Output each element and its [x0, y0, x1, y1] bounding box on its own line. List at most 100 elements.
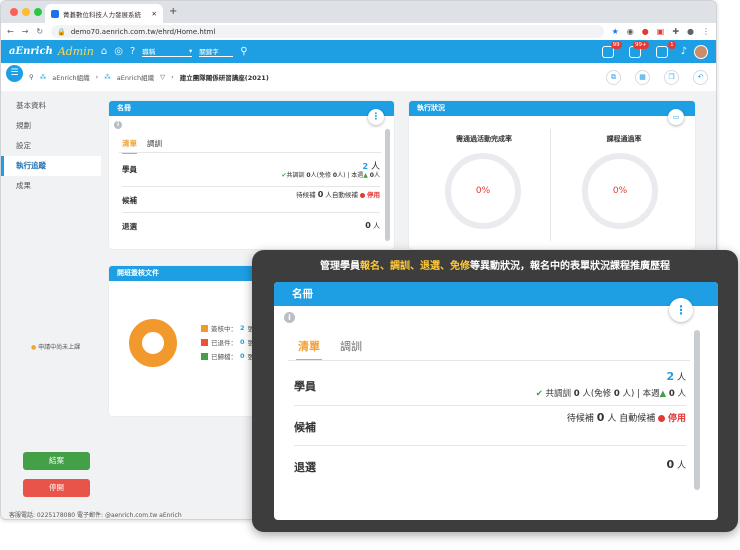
search-icon[interactable]: ⚲: [240, 46, 247, 57]
sidebar-item-tracking[interactable]: 執行追蹤: [1, 156, 101, 176]
up-arrow-icon: ▲: [659, 389, 667, 399]
browser-menu-icon[interactable]: ⋮: [702, 27, 710, 36]
row-label: 退選: [122, 222, 137, 231]
row-waitlist[interactable]: 候補 待候補 0 人自動候補 停用: [122, 187, 380, 213]
roster-tabs: 清單 調訓: [296, 338, 362, 361]
maximize-window-dot[interactable]: [34, 8, 42, 16]
url-field[interactable]: 🔒 demo70.aenrich.com.tw/ehrd/Home.html: [51, 25, 604, 38]
status-note: ● 申請中尚未上課: [31, 342, 80, 351]
completion-rate-gauge: 0%: [445, 153, 521, 229]
completion-rate-value: 0%: [475, 186, 491, 196]
info-icon[interactable]: i: [284, 312, 295, 323]
copy-button[interactable]: ⧉: [606, 69, 621, 85]
browser-tab[interactable]: 菁碁數位科技人力發展系統 ✕: [45, 4, 163, 23]
lock-icon: 🔒: [57, 27, 66, 36]
sidebar: 基本資料 規劃 設定 執行追蹤 成果: [1, 91, 101, 511]
mail-button[interactable]: 99+: [628, 40, 649, 58]
callout-overlay: 管理學員報名、調訓、退選、免修等異動狀況，報名中的表單狀況課程推廣歷程 名冊 i…: [252, 250, 738, 532]
info-icon[interactable]: i: [114, 121, 122, 129]
tab-list[interactable]: 清單: [296, 338, 322, 361]
status-card: 執行狀況 ▭ 需通過活動完成率 課程通過率 0% 0%: [409, 101, 695, 249]
extension-icon[interactable]: ▣: [657, 27, 665, 36]
breadcrumb-item[interactable]: aEnrich組織: [52, 72, 89, 82]
title-select-label: 職稱: [142, 48, 156, 56]
reload-icon[interactable]: ↻: [36, 27, 43, 36]
row-waitlist[interactable]: 候補 待候補 0 人 自動候補 停用: [294, 406, 686, 446]
roster-scrollbar[interactable]: [694, 330, 700, 490]
extension-icon[interactable]: ◉: [627, 27, 634, 36]
duplicate-button[interactable]: ❐: [664, 69, 679, 85]
title-select[interactable]: 職稱 ▾: [142, 46, 193, 57]
back-icon[interactable]: ←: [7, 27, 14, 36]
status-card-title: 執行狀況: [409, 101, 695, 116]
row-label: 學員: [122, 165, 137, 174]
back-button[interactable]: ↶: [693, 69, 708, 85]
waitlist-summary: 待候補 0 人自動候補 停用: [296, 190, 380, 199]
profile-avatar-icon[interactable]: ●: [687, 27, 694, 36]
status-dot-icon: ●: [31, 344, 37, 351]
docs-legend: 簽核中： 2 張 已退件： 0 張 已歸檔： 0 張: [201, 321, 254, 363]
browser-tab-bar: 菁碁數位科技人力發展系統 ✕ +: [1, 1, 716, 23]
tab-close-icon[interactable]: ✕: [152, 10, 157, 18]
tab-training[interactable]: 調訓: [340, 338, 362, 361]
training-summary: ✔ 共調訓 0 人(免修 0 人) | 本週▲ 0 人: [535, 389, 686, 399]
new-tab-button[interactable]: +: [169, 6, 177, 17]
student-count: 2 人: [666, 370, 686, 383]
withdrawn-count: 0 人: [666, 458, 686, 471]
puzzle-icon[interactable]: ✚: [672, 27, 679, 36]
roster-scrollbar[interactable]: [385, 129, 390, 241]
mail-badge: 99+: [633, 40, 649, 49]
row-students[interactable]: 學員 2 人 ✔共調訓 0人(免修 0人) | 本週▲ 0人: [122, 159, 380, 187]
brand-logo[interactable]: aEnrich: [9, 46, 53, 57]
row-withdrawn[interactable]: 退選 0 人: [122, 213, 380, 239]
legend-swatch: [201, 324, 208, 332]
keyword-input[interactable]: 關鍵字: [199, 46, 234, 57]
stop-class-button[interactable]: 停開: [23, 479, 90, 497]
status-more-icon[interactable]: ▭: [668, 109, 684, 125]
legend-swatch: [201, 352, 208, 360]
waitlist-summary: 待候補 0 人 自動候補 停用: [566, 411, 686, 424]
breadcrumb: ☰ ⚲ ⁂ aEnrich組織 › ⁂ aEnrich組織 ▽ › 建立團隊關係…: [1, 63, 716, 91]
row-students[interactable]: 學員 2 人 ✔ 共調訓 0 人(免修 0 人) | 本週▲ 0 人: [294, 368, 686, 406]
home-icon[interactable]: ⌂: [101, 46, 107, 57]
roster-more-icon[interactable]: ⋮: [368, 109, 384, 125]
tab-title: 菁碁數位科技人力發展系統: [63, 10, 141, 19]
sidebar-item-results[interactable]: 成果: [1, 176, 101, 196]
site-favicon-icon: [51, 9, 59, 18]
sidebar-item-settings[interactable]: 設定: [1, 136, 101, 156]
roster-card-title: 名冊: [109, 101, 394, 116]
extension-icon[interactable]: ●: [642, 27, 649, 36]
breadcrumb-item[interactable]: aEnrich組織: [117, 72, 154, 82]
help-icon[interactable]: ?: [130, 46, 135, 57]
completion-rate-title: 需通過活動完成率: [456, 135, 512, 143]
menu-toggle-icon[interactable]: ☰: [6, 65, 23, 82]
calendar-button[interactable]: 1: [655, 40, 676, 58]
row-withdrawn[interactable]: 退選 0 人: [294, 446, 686, 486]
filter-icon[interactable]: ▽: [160, 73, 165, 81]
breadcrumb-current: 建立團隊關係研習講座(2021): [179, 74, 269, 82]
pass-rate-title: 課程通過率: [606, 135, 642, 143]
star-icon[interactable]: ★: [612, 27, 619, 36]
roster-card-title: 名冊: [274, 282, 718, 306]
status-note-text: 申請中尚未上課: [38, 344, 81, 351]
up-arrow-icon: ▲: [363, 172, 368, 179]
status-dot-icon: [658, 415, 666, 422]
compass-icon[interactable]: ◎: [114, 46, 123, 57]
forward-icon[interactable]: →: [22, 27, 29, 36]
roster-more-icon[interactable]: ⋮: [669, 298, 693, 322]
bell-icon[interactable]: ♪: [681, 46, 687, 57]
calendar-badge: 1: [668, 40, 676, 49]
chat-button[interactable]: 99: [601, 40, 622, 58]
callout-caption: 管理學員報名、調訓、退選、免修等異動狀況，報名中的表單狀況課程推廣歷程: [320, 261, 670, 272]
qr-code-button[interactable]: ▦: [635, 69, 650, 85]
minimize-window-dot[interactable]: [22, 8, 30, 16]
close-class-button[interactable]: 結案: [23, 452, 90, 470]
sidebar-item-plan[interactable]: 規劃: [1, 116, 101, 136]
keyword-placeholder: 關鍵字: [199, 48, 219, 56]
sidebar-item-basic[interactable]: 基本資料: [1, 96, 101, 116]
row-label: 候補: [122, 196, 137, 205]
user-avatar[interactable]: [694, 44, 708, 59]
org-icon: ⁂: [39, 73, 47, 81]
address-bar-row: ← → ↻ 🔒 demo70.aenrich.com.tw/ehrd/Home.…: [1, 23, 716, 40]
close-window-dot[interactable]: [10, 8, 18, 16]
